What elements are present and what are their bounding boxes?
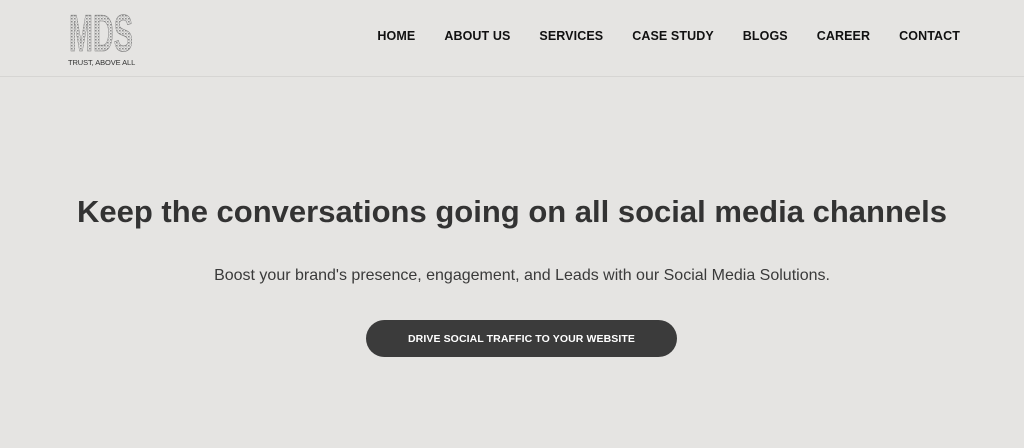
nav-item-home[interactable]: HOME	[377, 29, 415, 43]
nav-item-case-study[interactable]: CASE STUDY	[632, 29, 714, 43]
hero-title: Keep the conversations going on all soci…	[77, 194, 947, 229]
hero-subtitle: Boost your brand's presence, engagement,…	[214, 267, 830, 284]
site-header: MDS TRUST, ABOVE ALL HOME ABOUT US SERVI…	[0, 0, 1024, 77]
nav-item-blogs[interactable]: BLOGS	[743, 29, 788, 43]
main-nav: HOME ABOUT US SERVICES CASE STUDY BLOGS …	[348, 0, 960, 72]
nav-item-about-us[interactable]: ABOUT US	[444, 29, 510, 43]
nav-item-career[interactable]: CAREER	[817, 29, 870, 43]
brand-tagline: TRUST, ABOVE ALL	[68, 58, 136, 67]
drive-traffic-button[interactable]: DRIVE SOCIAL TRAFFIC TO YOUR WEBSITE	[366, 320, 677, 357]
nav-item-contact[interactable]: CONTACT	[899, 29, 960, 43]
nav-item-services[interactable]: SERVICES	[539, 29, 603, 43]
brand-logo-text: MDS	[69, 6, 133, 54]
brand-logo-mark: MDS	[69, 6, 134, 54]
brand-logo[interactable]: MDS TRUST, ABOVE ALL	[68, 6, 136, 70]
